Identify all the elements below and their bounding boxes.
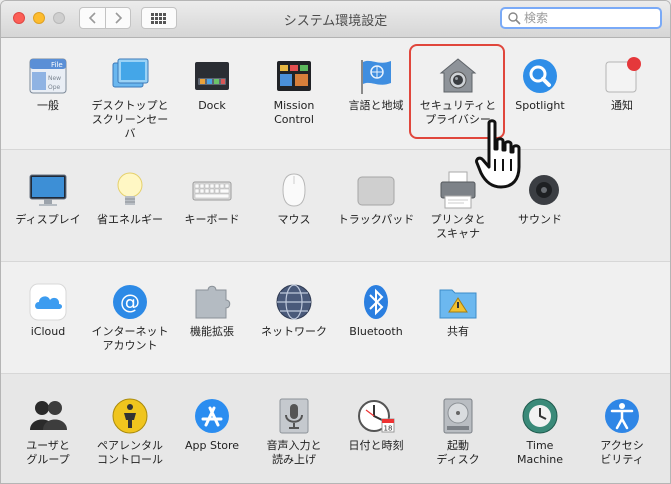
- app-store-icon: [192, 396, 232, 436]
- svg-text:18: 18: [384, 425, 393, 433]
- pane-label: 起動 ディスク: [436, 439, 480, 466]
- extensions-icon: [192, 282, 232, 322]
- pane-label: ペアレンタル コントロール: [97, 439, 163, 466]
- pane-label: 言語と地域: [348, 99, 404, 112]
- displays-icon: [28, 170, 68, 210]
- pane-label: プリンタと スキャナ: [430, 213, 486, 240]
- preferences-section-internet: iCloud @ インターネット アカウント 機能拡張 ネットワーク Bluet…: [1, 262, 670, 374]
- svg-text:Ope: Ope: [48, 84, 61, 91]
- time-machine-icon: [520, 396, 560, 436]
- date-time-icon: 18: [356, 396, 396, 436]
- pane-label: 音声入力と 読み上げ: [266, 439, 322, 466]
- search-field[interactable]: [500, 7, 662, 29]
- pane-label: iCloud: [30, 325, 66, 338]
- icloud-icon: [28, 282, 68, 322]
- svg-text:@: @: [120, 290, 140, 314]
- pane-label: デスクトップと スクリーンセーバ: [91, 99, 169, 140]
- system-preferences-window: システム環境設定 File New Ope 一般 デスクトップと スクリーンセーバ: [0, 0, 671, 484]
- sharing-icon: [438, 282, 478, 322]
- pane-label: 省エネルギー: [97, 213, 163, 226]
- general-icon: File New Ope: [28, 56, 68, 96]
- preferences-section-personal: File New Ope 一般 デスクトップと スクリーンセーバ Dock Miss…: [1, 38, 670, 150]
- parental-controls-icon: [110, 396, 150, 436]
- bluetooth-icon: [356, 282, 396, 322]
- preferences-section-system: ユーザと グループ ペアレンタル コントロール App Store 音声入力と …: [1, 374, 670, 483]
- network-icon: [274, 282, 314, 322]
- trackpad-icon: [356, 170, 396, 210]
- pane-label: キーボード: [184, 213, 240, 226]
- mouse-icon: [274, 170, 314, 210]
- energy-saver-icon: [110, 170, 150, 210]
- mission-control-icon: [274, 56, 314, 96]
- users-groups-icon: [28, 396, 68, 436]
- pane-label: Spotlight: [515, 99, 565, 112]
- pane-label: ネットワーク: [261, 325, 327, 338]
- pane-label: ユーザと グループ: [26, 439, 70, 466]
- spotlight-icon: [520, 56, 560, 96]
- hand-pointer-icon: [475, 119, 521, 189]
- preferences-section-hardware: ディスプレイ 省エネルギー キーボード マウス トラックパッド プリンタと スキ…: [1, 150, 670, 262]
- pane-label: 日付と時刻: [348, 439, 404, 452]
- notifications-icon: [602, 56, 642, 96]
- svg-text:New: New: [48, 75, 61, 82]
- language-region-icon: [356, 56, 396, 96]
- accessibility-icon: [602, 396, 642, 436]
- title-bar: システム環境設定: [1, 1, 670, 38]
- pane-label: トラックパッド: [337, 213, 415, 226]
- pane-label: サウンド: [518, 213, 562, 226]
- internet-accounts-icon: @: [110, 282, 150, 322]
- startup-disk-icon: [438, 396, 478, 436]
- pane-label: アクセシ ビリティ: [600, 439, 644, 466]
- pane-label: 通知: [611, 99, 633, 112]
- pane-label: Bluetooth: [349, 325, 403, 338]
- pane-label: 機能拡張: [190, 325, 234, 338]
- search-input[interactable]: [524, 10, 654, 26]
- dock-icon: [192, 56, 232, 96]
- pane-label: マウス: [277, 213, 311, 226]
- pane-label: 共有: [447, 325, 469, 338]
- printers-scanners-icon: [438, 170, 478, 210]
- desktop-screensaver-icon: [110, 56, 150, 96]
- keyboard-icon: [192, 170, 232, 210]
- pane-label: Mission Control: [273, 99, 315, 126]
- pane-label: インターネット アカウント: [91, 325, 169, 352]
- svg-text:File: File: [51, 61, 63, 69]
- search-icon: [508, 12, 521, 25]
- pane-label: App Store: [184, 439, 240, 452]
- pane-label: Dock: [198, 99, 226, 112]
- pane-label: Time Machine: [516, 439, 564, 466]
- pane-label: ディスプレイ: [15, 213, 81, 226]
- pane-label: 一般: [37, 99, 59, 112]
- dictation-speech-icon: [274, 396, 314, 436]
